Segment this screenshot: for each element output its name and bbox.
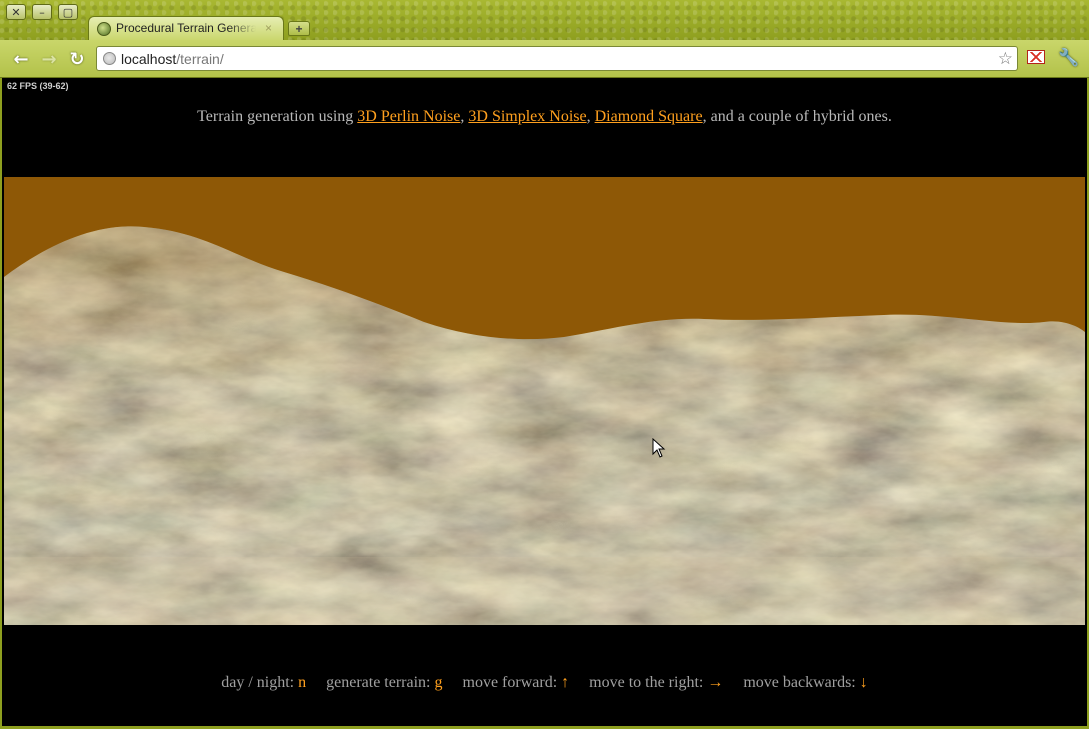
address-bar[interactable]: localhost/terrain/ ☆ [96, 46, 1018, 71]
window-frame-left [0, 78, 2, 729]
close-window-button[interactable]: ✕ [6, 4, 26, 20]
control-day-night: day / night: n [221, 674, 306, 691]
control-move-forward: move forward: ↑ [463, 674, 570, 691]
tab-title: Procedural Terrain Generation [116, 21, 256, 35]
browser-toolbar: ← → ↻ localhost/terrain/ ☆ 🔧 [0, 40, 1089, 78]
key-controls: day / night: n generate terrain: g move … [2, 674, 1087, 692]
control-label: move backwards: [743, 674, 856, 691]
intro-prefix: Terrain generation using [197, 108, 358, 125]
control-key: → [707, 674, 724, 691]
wrench-menu-icon[interactable]: 🔧 [1058, 48, 1079, 68]
mouse-cursor-icon [652, 438, 666, 458]
reload-icon[interactable]: ↻ [66, 48, 88, 70]
control-key: n [298, 674, 307, 691]
tab-active[interactable]: Procedural Terrain Generation × [88, 16, 284, 41]
back-icon[interactable]: ← [10, 48, 32, 70]
control-move-backwards: move backwards: ↓ [743, 674, 867, 691]
minimize-window-button[interactable]: – [32, 4, 52, 20]
url-path: /terrain/ [176, 51, 224, 67]
tab-close-icon[interactable]: × [265, 21, 272, 35]
intro-text: Terrain generation using 3D Perlin Noise… [2, 108, 1087, 126]
forward-icon[interactable]: → [38, 48, 60, 70]
link-perlin-noise[interactable]: 3D Perlin Noise [357, 108, 460, 125]
title-bar: ✕ – ▢ Procedural Terrain Generation × + [0, 0, 1089, 41]
control-key: g [434, 674, 443, 691]
link-simplex-noise[interactable]: 3D Simplex Noise [468, 108, 586, 125]
globe-icon [97, 22, 111, 36]
page-info-icon[interactable] [103, 52, 116, 65]
control-label: generate terrain: [326, 674, 431, 691]
gmail-extension-icon[interactable] [1027, 50, 1045, 64]
page-viewport: 62 FPS (39-62) Terrain generation using … [2, 78, 1087, 726]
link-diamond-square[interactable]: Diamond Square [595, 108, 703, 125]
terrain-canvas[interactable] [4, 177, 1085, 625]
control-generate-terrain: generate terrain: g [326, 674, 442, 691]
url-host: localhost [121, 51, 177, 67]
url-text[interactable]: localhost/terrain/ [121, 51, 224, 67]
bookmark-star-icon[interactable]: ☆ [998, 49, 1013, 69]
terrain-render [4, 177, 1085, 625]
control-label: move forward: [462, 674, 558, 691]
new-tab-button[interactable]: + [288, 21, 310, 36]
fps-counter: 62 FPS (39-62) [7, 81, 69, 91]
maximize-window-button[interactable]: ▢ [58, 4, 78, 20]
control-move-right: move to the right: → [589, 674, 723, 691]
control-label: day / night: [221, 674, 295, 691]
intro-suffix: , and a couple of hybrid ones. [702, 108, 892, 125]
control-key: ↑ [561, 674, 570, 691]
control-key: ↓ [859, 674, 868, 691]
control-label: move to the right: [589, 674, 704, 691]
intro-separator: , [586, 108, 595, 125]
